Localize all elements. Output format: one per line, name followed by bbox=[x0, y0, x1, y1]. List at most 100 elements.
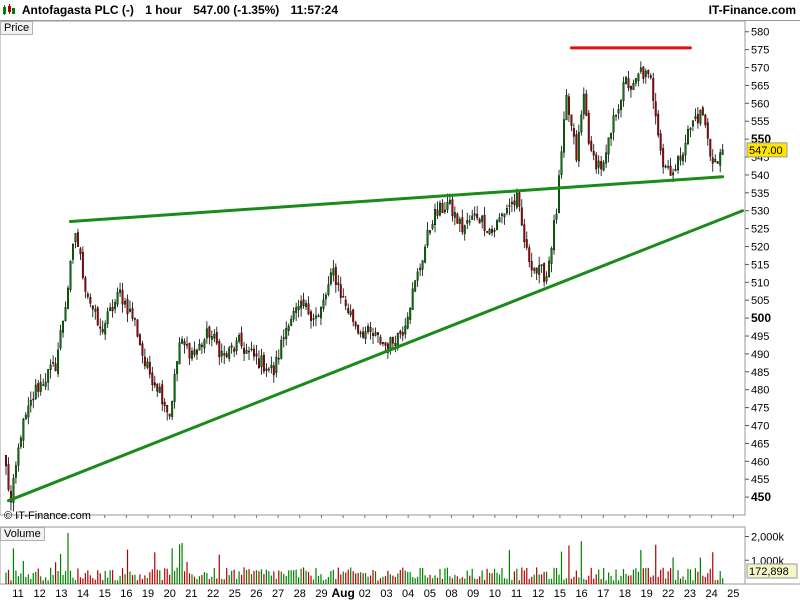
volume-bar bbox=[129, 571, 131, 584]
price-tick-label: 460 bbox=[751, 456, 769, 468]
candle-body bbox=[84, 277, 87, 292]
volume-bar bbox=[620, 575, 622, 584]
candle-body bbox=[471, 215, 474, 220]
price-tick-label: 570 bbox=[751, 63, 769, 75]
price-tick-label: 450 bbox=[751, 490, 771, 504]
volume-bar bbox=[216, 578, 218, 584]
volume-bar bbox=[382, 576, 384, 584]
candle-body bbox=[491, 228, 494, 233]
candle-body bbox=[287, 325, 290, 331]
candle-body bbox=[719, 152, 722, 166]
candle-body bbox=[535, 267, 538, 274]
volume-bar bbox=[174, 570, 176, 584]
volume-bar bbox=[674, 579, 677, 584]
candle-body bbox=[297, 306, 300, 311]
candle-body bbox=[528, 247, 531, 263]
volume-bar bbox=[37, 568, 39, 584]
candle-body bbox=[96, 307, 99, 326]
x-tick-label: Aug bbox=[331, 586, 354, 600]
volume-bar bbox=[650, 577, 652, 584]
candle-body bbox=[277, 357, 280, 360]
candle-body bbox=[518, 192, 521, 207]
candle-body bbox=[188, 343, 191, 359]
volume-bar bbox=[317, 575, 320, 584]
candle-body bbox=[233, 348, 236, 352]
candle-body bbox=[317, 315, 320, 317]
volume-bar bbox=[412, 577, 414, 584]
candle-body bbox=[431, 224, 434, 229]
volume-bar bbox=[226, 568, 228, 584]
price-chart[interactable]: 450 455 460 465 470 475 480 485 490 495 500 505 510 5… bbox=[0, 0, 800, 600]
candle-body bbox=[381, 342, 384, 344]
volume-bar bbox=[193, 576, 196, 584]
volume-bar bbox=[107, 577, 109, 584]
candle-body bbox=[632, 83, 635, 91]
volume-bar bbox=[583, 578, 585, 584]
candle-body bbox=[483, 214, 486, 232]
candle-body bbox=[161, 384, 164, 405]
candle-body bbox=[701, 107, 704, 116]
candle-body bbox=[570, 114, 573, 126]
x-tick-label: 12 bbox=[34, 588, 46, 600]
volume-bar bbox=[104, 570, 106, 584]
volume-bar bbox=[5, 572, 7, 584]
volume-bar bbox=[22, 560, 24, 584]
volume-bar bbox=[320, 574, 322, 584]
candle-body bbox=[533, 268, 536, 271]
volume-bar bbox=[74, 580, 77, 584]
candle-body bbox=[240, 332, 243, 347]
volume-bar bbox=[196, 579, 198, 584]
volume-bar bbox=[285, 575, 287, 584]
volume-bar bbox=[183, 571, 186, 584]
x-tick-label: 19 bbox=[142, 588, 154, 600]
candle-body bbox=[620, 100, 622, 111]
candle-body bbox=[44, 381, 47, 387]
volume-bar bbox=[154, 552, 156, 584]
candle-body bbox=[67, 287, 69, 309]
candle-body bbox=[327, 284, 330, 295]
volume-bar bbox=[310, 575, 312, 584]
candle-body bbox=[133, 318, 136, 320]
volume-bar bbox=[511, 579, 513, 584]
volume-bar bbox=[466, 570, 468, 584]
candle-body bbox=[657, 113, 660, 136]
x-tick-label: 23 bbox=[684, 588, 696, 600]
candle-body bbox=[642, 66, 645, 79]
candle-body bbox=[193, 349, 196, 355]
volume-bar bbox=[164, 568, 166, 584]
candle-body bbox=[550, 248, 553, 264]
x-tick-label: 09 bbox=[467, 588, 479, 600]
candle-body bbox=[580, 114, 583, 133]
x-tick-label: 26 bbox=[250, 588, 262, 600]
volume-bar bbox=[357, 573, 359, 584]
candle-body bbox=[238, 334, 241, 342]
candle-body bbox=[652, 78, 655, 101]
candle-body bbox=[262, 354, 265, 372]
price-tick-label: 505 bbox=[751, 295, 769, 307]
volume-bar bbox=[637, 571, 639, 584]
volume-bar bbox=[360, 572, 362, 584]
candle-body bbox=[166, 405, 169, 413]
candle-body bbox=[416, 271, 419, 281]
candle-body bbox=[235, 340, 238, 352]
volume-bar bbox=[57, 571, 59, 584]
candle-body bbox=[181, 339, 184, 344]
candle-body bbox=[148, 362, 151, 375]
candle-body bbox=[476, 213, 479, 219]
last-price-value: 547.00 bbox=[749, 145, 783, 157]
candle-body bbox=[94, 309, 97, 312]
candle-body bbox=[538, 265, 541, 275]
volume-bar bbox=[236, 578, 238, 584]
volume-bar bbox=[555, 567, 558, 584]
volume-bar bbox=[298, 577, 300, 584]
volume-bar bbox=[578, 577, 580, 584]
volume-bar bbox=[461, 577, 463, 584]
volume-bar bbox=[275, 578, 277, 584]
volume-bar bbox=[231, 570, 233, 584]
candle-body bbox=[352, 309, 355, 322]
volume-bar bbox=[322, 580, 325, 584]
volume-bar bbox=[369, 575, 372, 584]
volume-bar bbox=[677, 570, 679, 584]
volume-bar bbox=[407, 571, 409, 584]
volume-bar bbox=[30, 579, 32, 584]
